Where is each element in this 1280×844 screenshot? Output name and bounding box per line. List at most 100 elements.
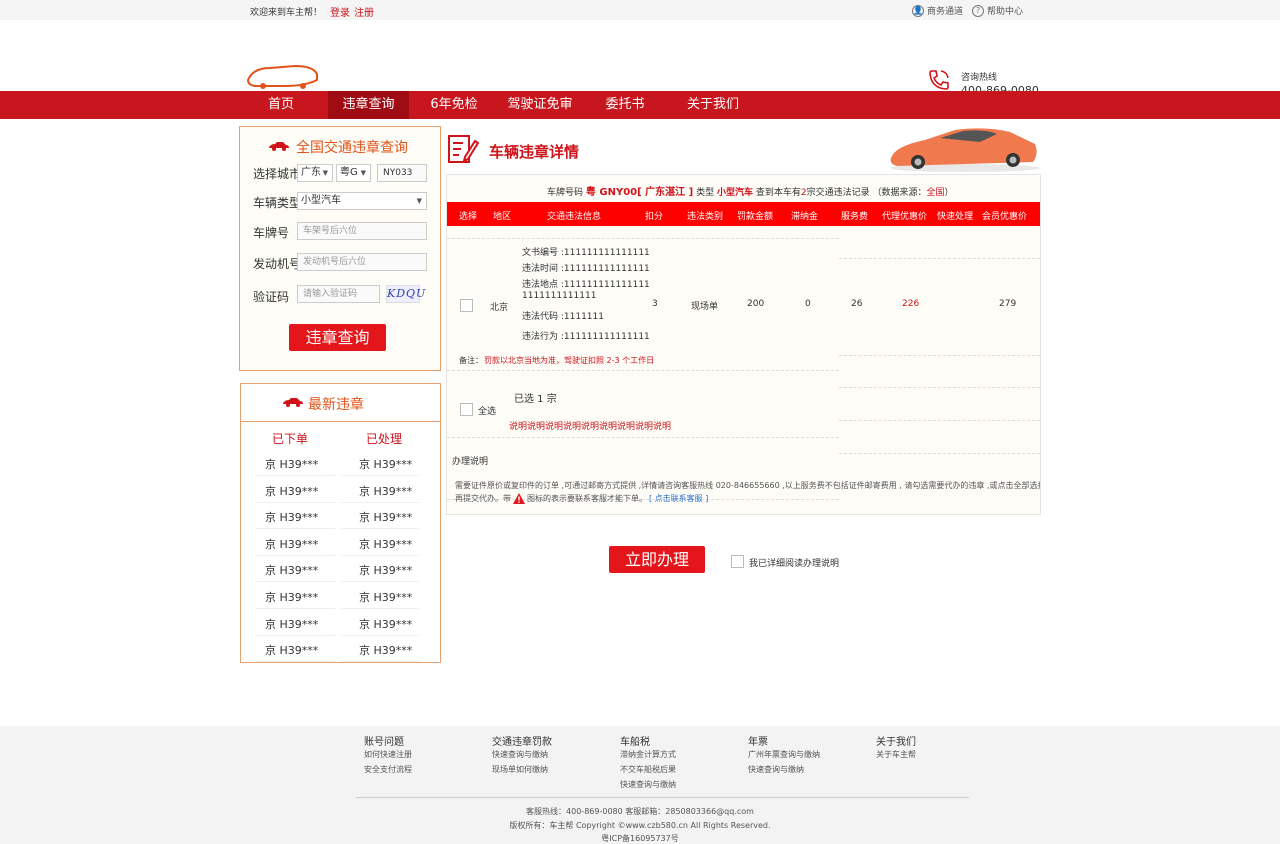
latest-ordered-item[interactable]: 京 H39*** (265, 589, 318, 605)
footer-link[interactable]: 安全支付流程 (364, 764, 412, 775)
divider (341, 475, 419, 476)
latest-processed-item[interactable]: 京 H39*** (359, 589, 412, 605)
car-icon (283, 398, 303, 407)
divider (255, 581, 335, 583)
record-checkbox[interactable] (460, 299, 473, 312)
city-label: 选择城市 (253, 167, 302, 181)
footer-copyright: 版权所有：车主帮 Copyright ©www.czb580.cn All Ri… (509, 821, 771, 830)
footer-link[interactable]: 如何快速注册 (364, 749, 412, 760)
latest-processed-item[interactable]: 京 H39*** (359, 642, 412, 658)
vehicle-summary: 车牌号码 粤 GNY00[ 广东湛江 ] 类型 小型汽车 查到本车有2宗交通违法… (547, 183, 954, 198)
record-place: 违法地点 :111111111111111 (522, 280, 650, 290)
captcha-image[interactable]: KDQU (386, 285, 425, 303)
query-form-title: 全国交通违章查询 (296, 140, 408, 156)
howto-text-2b: 图标的表示要联系客服才能下单。 (527, 494, 647, 503)
col-category: 违法类别 (687, 212, 724, 222)
latest-processed-item[interactable]: 京 H39*** (359, 536, 412, 552)
footer-link[interactable]: 关于车主帮 (876, 749, 916, 760)
latest-ordered-item[interactable]: 京 H39*** (265, 642, 318, 658)
latest-ordered-item[interactable]: 京 H39*** (265, 483, 318, 499)
table-header: 选择 地区 交通违法信息 扣分 违法类别 罚款金额 滞纳金 服务费 代理优惠价 … (447, 202, 1040, 226)
login-link[interactable]: 登录 (330, 4, 350, 19)
captcha-input[interactable]: 请输入验证码 (297, 285, 380, 303)
city-select[interactable]: 广东 ▼ (297, 164, 333, 182)
record-action: 违法行为 :111111111111111 (522, 332, 650, 342)
question-icon: ? (972, 4, 984, 17)
type-value: 小型汽车 (716, 188, 753, 198)
records-suffix: 宗交通违法记录 (806, 188, 870, 198)
nav-proxy-letter[interactable]: 委托书 (600, 91, 650, 119)
footer-link[interactable]: 不交车船税后果 (620, 764, 676, 775)
select-all-checkbox[interactable] (460, 403, 473, 416)
howto-text-2a: 再提交代办。带 (455, 494, 511, 503)
latest-processed-item[interactable]: 京 H39*** (359, 483, 412, 499)
contact-service-link[interactable]: [ 点击联系客服 ] (649, 493, 708, 504)
source-prefix: （数据来源： (872, 188, 927, 198)
divider (341, 581, 419, 583)
help-center-link[interactable]: ? 帮助中心 (972, 4, 1023, 17)
latest-ordered-item[interactable]: 京 H39*** (265, 509, 318, 525)
latest-processed-item[interactable]: 京 H39*** (359, 616, 412, 632)
divider (341, 501, 419, 503)
col-service-fee: 服务费 (841, 212, 869, 222)
vin-input[interactable]: 车架号后六位 (297, 222, 427, 240)
divider (839, 420, 1040, 421)
page-title: 车辆违章详情 (489, 143, 580, 161)
nav-license-exempt[interactable]: 驾驶证免审 (503, 91, 577, 119)
footer-col-title: 关于我们 (876, 737, 916, 748)
footer-link[interactable]: 快速查询与缴纳 (620, 779, 676, 790)
footer-link[interactable]: 广州年票查询与缴纳 (748, 749, 820, 760)
plate-prefix-value: 粤G (340, 167, 358, 178)
site-logo[interactable] (245, 60, 320, 90)
footer-link[interactable]: 快速查询与缴纳 (748, 764, 804, 775)
divider (447, 238, 839, 239)
nav-home[interactable]: 首页 (258, 91, 304, 119)
record-category: 现场单 (691, 302, 719, 312)
latest-processed-item[interactable]: 京 H39*** (359, 456, 412, 472)
divider (839, 355, 1040, 356)
col-agent-price: 代理优惠价 (882, 212, 928, 222)
howto-text-1: 需要证件原价或复印件的订单 ,可通过邮寄方式提供 ,详情请咨询客服热线 020-… (455, 481, 1040, 490)
dropdown-arrow-icon: ▼ (360, 169, 366, 177)
note-label: 备注： (459, 356, 483, 365)
engine-input[interactable]: 发动机号后六位 (297, 253, 427, 271)
footer-link[interactable]: 快速查询与缴纳 (492, 749, 548, 760)
plate-number-input[interactable]: NY033 (377, 164, 427, 182)
footer-service: 客服热线：400-869-0080 客服邮箱：2850803366@qq.com (526, 807, 754, 816)
col-info: 交通违法信息 (547, 212, 602, 222)
latest-ordered-item[interactable]: 京 H39*** (265, 562, 318, 578)
footer-link[interactable]: 滞纳金计算方式 (620, 749, 676, 760)
howto-title: 办理说明 (452, 457, 489, 467)
plate-prefix-select[interactable]: 粤G ▼ (336, 164, 371, 182)
latest-processed-item[interactable]: 京 H39*** (359, 562, 412, 578)
divider (255, 661, 335, 663)
business-channel-link[interactable]: 👤 商务通道 (912, 4, 963, 17)
latest-ordered-item[interactable]: 京 H39*** (265, 536, 318, 552)
record-late-fee: 0 (805, 299, 811, 309)
register-link[interactable]: 注册 (354, 4, 374, 19)
nav-6yr-exempt[interactable]: 6年免检 (424, 91, 484, 119)
latest-processed-item[interactable]: 京 H39*** (359, 509, 412, 525)
business-channel-label: 商务通道 (927, 7, 964, 17)
record-fine: 200 (747, 299, 765, 309)
violation-query-button[interactable]: 违章查询 (289, 324, 386, 351)
divider (255, 475, 335, 476)
footer-link[interactable]: 现场单如何缴纳 (492, 764, 548, 775)
explain-text: 说明说明说明说明说明说明说明说明说明 (509, 422, 672, 432)
nav-about[interactable]: 关于我们 (683, 91, 743, 119)
agree-checkbox[interactable] (731, 555, 744, 568)
latest-ordered-item[interactable]: 京 H39*** (265, 616, 318, 632)
footer-col-title: 车船税 (620, 737, 650, 748)
user-icon: 👤 (912, 4, 924, 17)
welcome-text: 欢迎来到车主帮！ (250, 8, 323, 18)
record-region: 北京 (490, 303, 509, 313)
submit-now-button[interactable]: 立即办理 (609, 546, 705, 573)
engine-label: 发动机号 (253, 257, 302, 271)
latest-ordered-item[interactable]: 京 H39*** (265, 456, 318, 472)
vehicle-type-select[interactable]: 小型汽车 ▼ (297, 192, 427, 210)
nav-violation-query[interactable]: 违章查询 (328, 91, 409, 119)
footer: 账号问题 如何快速注册 安全支付流程 交通违章罚款 快速查询与缴纳 现场单如何缴纳 车船税滞… (0, 726, 1280, 844)
col-region: 地区 (493, 212, 512, 222)
selected-count: 已选 1 宗 (514, 394, 557, 405)
records-prefix: 查到本车有 (755, 188, 801, 198)
